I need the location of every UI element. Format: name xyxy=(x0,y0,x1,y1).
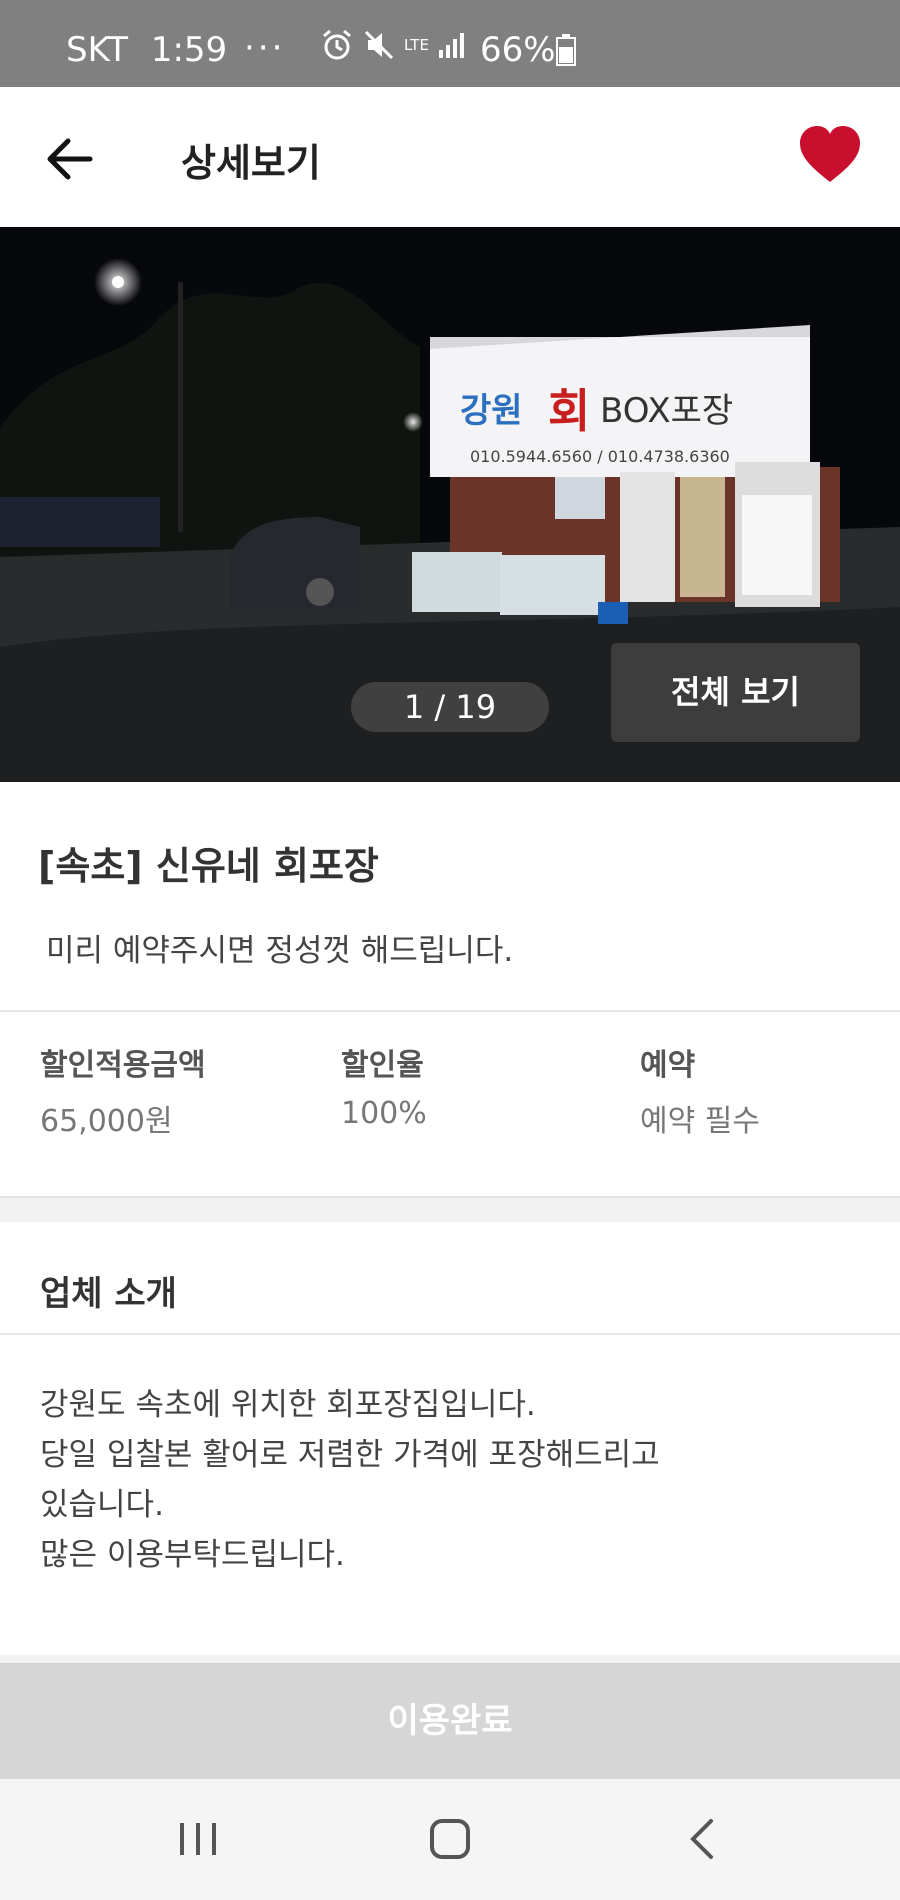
lte-icon: LTE xyxy=(404,36,429,54)
page-title: 상세보기 xyxy=(181,141,321,185)
svg-text:BOX포장: BOX포장 xyxy=(600,391,733,431)
mute-icon xyxy=(364,30,394,60)
system-nav-bar xyxy=(0,1779,900,1900)
store-tagline: 미리 예약주시면 정성껏 해드립니다. xyxy=(46,933,514,969)
stat-value: 65,000원 xyxy=(40,1104,173,1139)
store-title: [속초] 신유네 회포장 xyxy=(38,844,379,888)
status-icons: LTE xyxy=(320,28,467,62)
use-complete-button[interactable]: 이용완료 xyxy=(0,1663,900,1779)
stat-value: 예약 필수 xyxy=(640,1104,760,1139)
battery-percent: 66% xyxy=(480,30,556,70)
home-button[interactable] xyxy=(410,1809,490,1869)
stat-discount-amount: 할인적용금액 65,000원 xyxy=(40,1040,206,1140)
recent-apps-button[interactable] xyxy=(158,1809,238,1869)
battery-icon xyxy=(556,34,576,66)
more-notifications-icon: ··· xyxy=(244,28,286,68)
stat-reservation: 예약 예약 필수 xyxy=(640,1040,760,1140)
alarm-icon xyxy=(323,29,351,60)
stats-row: 할인적용금액 65,000원 할인율 100% 예약 예약 필수 xyxy=(0,1040,900,1140)
chevron-left-icon xyxy=(690,1819,713,1859)
section-separator xyxy=(0,1655,900,1663)
app-header: 상세보기 xyxy=(0,87,900,227)
stat-discount-rate: 할인율 100% xyxy=(341,1040,427,1131)
svg-text:010.5944.6560 / 010.4738.6360: 010.5944.6560 / 010.4738.6360 xyxy=(470,447,730,466)
divider xyxy=(0,1333,900,1335)
back-nav-button[interactable] xyxy=(662,1809,742,1869)
favorite-button[interactable] xyxy=(798,125,862,185)
home-icon xyxy=(430,1819,470,1859)
stat-label: 할인적용금액 xyxy=(40,1048,206,1083)
clock: 1:59 xyxy=(150,30,228,70)
carrier-label: SKT xyxy=(66,30,129,70)
divider xyxy=(0,1010,900,1012)
status-bar: SKT 1:59 ··· LTE 66% xyxy=(0,0,900,87)
stat-label: 할인율 xyxy=(341,1048,424,1083)
arrow-left-icon xyxy=(47,138,93,180)
photo-counter: 1 / 19 xyxy=(351,682,549,732)
svg-text:회: 회 xyxy=(548,384,590,438)
svg-text:강원: 강원 xyxy=(460,391,523,431)
intro-title: 업체 소개 xyxy=(40,1274,177,1314)
heart-icon xyxy=(800,126,860,182)
back-button[interactable] xyxy=(40,131,100,187)
intro-body: 강원도 속초에 위치한 회포장집입니다. 당일 입찰본 활어로 저렴한 가격에 … xyxy=(40,1387,660,1573)
signal-icon xyxy=(438,33,464,58)
recent-apps-icon xyxy=(180,1823,216,1855)
stat-label: 예약 xyxy=(640,1048,696,1083)
section-separator xyxy=(0,1196,900,1222)
view-all-button[interactable]: 전체 보기 xyxy=(611,643,860,742)
status-carrier-time: SKT 1:59 xyxy=(66,30,227,70)
stat-value: 100% xyxy=(341,1096,427,1131)
